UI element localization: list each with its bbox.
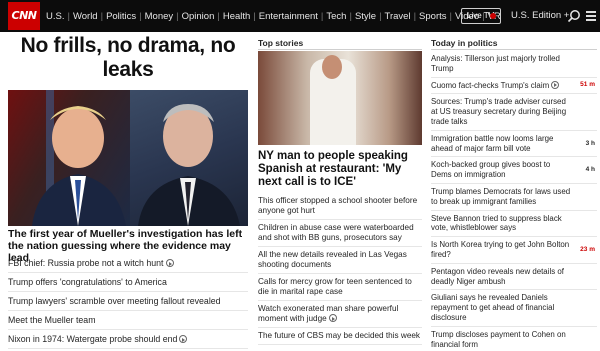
nav-separator: | xyxy=(217,10,220,22)
live-tv-button[interactable]: Live TV xyxy=(461,8,501,24)
today-in-politics-title: Today in politics xyxy=(431,38,498,48)
nav-separator: | xyxy=(379,10,382,22)
nav-separator: | xyxy=(176,10,179,22)
play-video-icon xyxy=(179,335,188,343)
list-item[interactable]: FBI chief: Russia probe not a witch hunt xyxy=(8,254,248,273)
list-item[interactable]: All the new details revealed in Las Vega… xyxy=(258,247,422,274)
list-item[interactable]: Analysis: Tillerson just majorly trolled… xyxy=(431,51,597,78)
nav-separator: | xyxy=(320,10,324,22)
nav-link-world[interactable]: World | xyxy=(73,11,106,22)
lead-image[interactable] xyxy=(8,90,248,226)
lead-related-list: FBI chief: Russia probe not a witch hunt… xyxy=(8,254,248,349)
timestamp: 3 h xyxy=(585,139,595,147)
list-item[interactable]: Trump offers 'congratulations' to Americ… xyxy=(8,273,248,292)
list-item[interactable]: This officer stopped a school shooter be… xyxy=(258,193,422,220)
section-divider xyxy=(431,49,597,50)
top-nav: CNN U.S. | World | Politics | Money | Opinion | He… xyxy=(0,0,600,32)
list-item[interactable]: Nixon in 1974: Watergate probe should en… xyxy=(8,330,248,349)
list-item[interactable]: Pentagon video reveals new details of de… xyxy=(431,264,597,291)
nav-separator: | xyxy=(139,10,142,22)
nav-link-politics[interactable]: Politics | xyxy=(106,11,145,22)
menu-icon[interactable] xyxy=(586,11,596,21)
nav-separator: | xyxy=(349,10,352,22)
nav-separator: | xyxy=(67,10,70,22)
nav-link-u-s[interactable]: U.S. | xyxy=(46,11,73,22)
section-divider xyxy=(258,49,422,50)
nav-link-opinion[interactable]: Opinion | xyxy=(182,11,223,22)
list-item[interactable]: Trump discloses payment to Cohen on fina… xyxy=(431,327,597,351)
nav-link-sports[interactable]: Sports | xyxy=(419,11,455,22)
play-video-icon xyxy=(165,259,174,267)
list-item[interactable]: Children in abuse case were waterboarded… xyxy=(258,220,422,247)
search-icon[interactable] xyxy=(567,9,581,23)
list-item[interactable]: Giuliani says he revealed Daniels repaym… xyxy=(431,290,597,327)
list-item[interactable]: Trump lawyers' scramble over meeting fal… xyxy=(8,292,248,311)
list-item[interactable]: Calls for mercy grow for teen sentenced … xyxy=(258,274,422,301)
nav-link-tech[interactable]: Tech | xyxy=(326,11,355,22)
play-video-icon xyxy=(551,80,560,89)
play-video-icon xyxy=(328,314,337,322)
list-item[interactable]: Is North Korea trying to get John Bolton… xyxy=(431,237,597,264)
list-item[interactable]: Koch-backed group gives boost to Dems on… xyxy=(431,157,597,184)
lead-image-left xyxy=(8,90,130,226)
list-item[interactable]: Steve Bannon tried to suppress black vot… xyxy=(431,211,597,238)
list-item[interactable]: Immigration battle now looms large ahead… xyxy=(431,131,597,158)
lead-image-right xyxy=(130,90,248,226)
top-story-headline[interactable]: NY man to people speaking Spanish at res… xyxy=(258,150,422,189)
nav-separator: | xyxy=(100,10,104,22)
cnn-logo[interactable]: CNN xyxy=(8,2,40,30)
nav-link-style[interactable]: Style | xyxy=(355,11,385,22)
edition-selector[interactable]: U.S. Edition + xyxy=(511,0,569,32)
nav-link-travel[interactable]: Travel | xyxy=(385,11,420,22)
lead-headline[interactable]: No frills, no drama, no leaks xyxy=(8,34,248,82)
nav-link-entertainment[interactable]: Entertainment | xyxy=(259,11,327,22)
timestamp: 51 m xyxy=(580,81,595,89)
nav-links: U.S. | World | Politics | Money | Opinion | Health… xyxy=(46,0,501,32)
politics-list: Analysis: Tillerson just majorly trolled… xyxy=(431,51,597,351)
nav-separator: | xyxy=(413,10,417,22)
nav-separator: | xyxy=(449,10,452,22)
timestamp: 23 m xyxy=(580,246,595,254)
nav-separator: | xyxy=(253,10,256,22)
list-item[interactable]: Meet the Mueller team xyxy=(8,311,248,330)
list-item[interactable]: Trump blames Democrats for laws used to … xyxy=(431,184,597,211)
top-stories-title: Top stories xyxy=(258,38,304,48)
list-item[interactable]: The future of CBS may be decided this we… xyxy=(258,328,422,345)
list-item[interactable]: Watch exonerated man share powerful mome… xyxy=(258,301,422,328)
timestamp: 4 h xyxy=(585,166,595,174)
top-story-image[interactable] xyxy=(258,51,422,145)
top-stories-list: This officer stopped a school shooter be… xyxy=(258,193,422,345)
nav-link-money[interactable]: Money | xyxy=(145,11,182,22)
live-dot-icon xyxy=(490,13,496,19)
list-item[interactable]: Cuomo fact-checks Trump's claim 51 m xyxy=(431,78,597,95)
top-story-figure-head xyxy=(322,55,342,79)
nav-link-health[interactable]: Health | xyxy=(223,11,259,22)
list-item[interactable]: Sources: Trump's trade adviser cursed at… xyxy=(431,94,597,131)
